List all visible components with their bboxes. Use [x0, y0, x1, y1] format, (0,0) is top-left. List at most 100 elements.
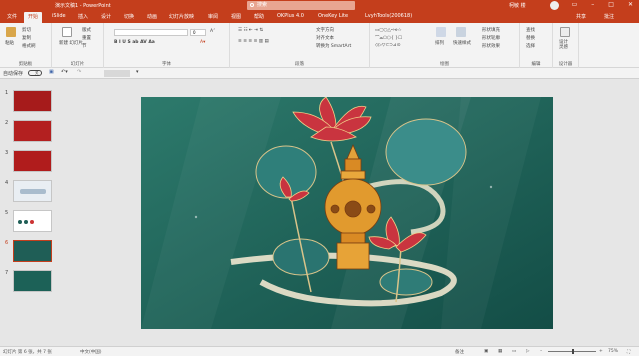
user-name[interactable]: 柯敏 楼 — [509, 2, 526, 9]
ribbon-display-icon[interactable]: ▭ — [572, 1, 578, 8]
shape-effects-button[interactable]: 形状效果 — [482, 43, 500, 49]
slideshow-icon[interactable]: ▷ — [526, 349, 529, 354]
text-direction-button[interactable]: 文字方向 — [316, 27, 334, 33]
ribbon-tabs: 共享 批注 文件 开始 iSlide 插入 设计 切换 动画 幻灯片放映 审阅 视图 帮助 OKPlu… — [0, 11, 639, 23]
tab-1[interactable]: 开始 — [24, 12, 43, 23]
section-button[interactable]: 节 — [82, 43, 87, 49]
bold-icon[interactable]: B I U S ab AV Aa — [114, 40, 155, 45]
slide-thumbnail[interactable] — [13, 210, 52, 232]
zoom-slider-thumb[interactable] — [572, 349, 574, 354]
window-controls: ▭ – □ ✕ — [572, 1, 633, 8]
shapes-gallery[interactable]: ▭▢○△⇨⟡☆ — [375, 27, 402, 33]
select-button[interactable]: 选择 — [526, 43, 535, 49]
normal-view-icon[interactable]: ▣ — [484, 349, 488, 354]
slide-thumbnail[interactable] — [13, 270, 52, 292]
slide-canvas[interactable] — [141, 97, 553, 329]
title-bar: 演示文稿1 - PowerPoint 搜索 柯敏 楼 ▭ – □ ✕ — [0, 0, 639, 11]
font-color-icon[interactable]: A▾ — [200, 40, 205, 45]
reset-button[interactable]: 重置 — [82, 35, 91, 41]
designer-icon[interactable] — [560, 27, 570, 37]
tab-7[interactable]: 幻灯片放映 — [169, 13, 194, 20]
notes-button[interactable]: 备注 — [455, 349, 464, 355]
tab-10[interactable]: 帮助 — [254, 13, 264, 20]
slide-thumbnail[interactable] — [13, 180, 52, 202]
tab-9[interactable]: 视图 — [231, 13, 241, 20]
design-ideas-button[interactable]: 设计 灵感 — [559, 40, 568, 50]
search-icon — [250, 3, 254, 7]
slide-number: 1 — [5, 90, 9, 96]
tab-5[interactable]: 切换 — [124, 13, 134, 20]
slide-number: 7 — [5, 270, 9, 276]
cut-button[interactable]: 剪切 — [22, 27, 31, 33]
slide-sorter-icon[interactable]: ▦ — [498, 349, 502, 354]
replace-button[interactable]: 替换 — [526, 35, 535, 41]
quick-access-toolbar: 自动保存 关 ▣ ↶▾ ↷ ▾ — [0, 68, 639, 79]
slide-thumbnail[interactable] — [13, 150, 52, 172]
tab-2[interactable]: iSlide — [52, 13, 66, 19]
slide-number: 2 — [5, 120, 9, 126]
comments-button[interactable]: 批注 — [604, 13, 614, 20]
font-family-select[interactable] — [114, 29, 188, 36]
quick-styles-icon[interactable] — [456, 27, 466, 37]
close-icon[interactable]: ✕ — [628, 1, 633, 8]
align-left-icon[interactable]: ≡ ≡ ≡ ≡ ▥ ▤ — [238, 39, 269, 44]
share-button[interactable]: 共享 — [576, 13, 586, 20]
reading-view-icon[interactable]: ▭ — [512, 349, 516, 354]
maximize-icon[interactable]: □ — [608, 1, 614, 8]
avatar[interactable] — [550, 1, 559, 10]
new-slide-icon[interactable] — [62, 27, 72, 37]
zoom-level[interactable]: 75% — [608, 349, 618, 354]
shape-outline-button[interactable]: 形状轮廓 — [482, 35, 500, 41]
tab-4[interactable]: 设计 — [101, 13, 111, 20]
autosave-toggle[interactable]: 关 — [28, 70, 42, 76]
designer-label: 设计器 — [558, 62, 573, 67]
arrange-icon[interactable] — [436, 27, 446, 37]
quick-styles-button[interactable]: 快速样式 — [453, 40, 471, 46]
slide-thumbnail[interactable] — [13, 240, 52, 262]
arrange-button[interactable]: 排列 — [435, 40, 444, 46]
customize-qat-icon[interactable]: ▾ — [136, 69, 139, 75]
find-button[interactable]: 查找 — [526, 27, 535, 33]
slide-thumbnail[interactable] — [13, 90, 52, 112]
slide-number: 3 — [5, 150, 9, 156]
align-text-button[interactable]: 对齐文本 — [316, 35, 334, 41]
font-size-select[interactable]: 0 — [190, 29, 206, 36]
tab-3[interactable]: 插入 — [78, 13, 88, 20]
slide-thumbnail[interactable] — [13, 120, 52, 142]
tab-11[interactable]: OKPlus 4.0 — [277, 13, 304, 19]
zoom-in-icon[interactable]: + — [599, 349, 603, 354]
redo-icon[interactable]: ↷ — [77, 69, 81, 75]
increase-font-icon[interactable]: A˄ — [210, 29, 215, 34]
slide-number: 4 — [5, 180, 9, 186]
shapes-gallery-row3[interactable]: ◇▷▽⊂⊃⊿⊙ — [375, 43, 400, 48]
smartart-button[interactable]: 转换为 SmartArt — [316, 43, 351, 49]
layout-button[interactable]: 版式 — [82, 27, 91, 33]
paragraph-group: ☰ ☷ ⇤ ⇥ ⇅ ≡ ≡ ≡ ≡ ▥ ▤ 文字方向 对齐文本 转换为 Smar… — [230, 23, 370, 68]
shape-fill-button[interactable]: 形状填充 — [482, 27, 500, 33]
editing-group: 查找 替换 选择 编辑 — [520, 23, 553, 68]
fit-slide-icon[interactable]: ⛶ — [627, 349, 630, 355]
copy-button[interactable]: 复制 — [22, 35, 31, 41]
shapes-gallery-row2[interactable]: ⌒⌓⬠⬡{ }☐ — [375, 35, 402, 41]
save-icon[interactable]: ▣ — [49, 69, 54, 75]
zoom-out-icon[interactable]: – — [540, 349, 542, 354]
paste-icon[interactable] — [6, 27, 16, 37]
tab-6[interactable]: 动画 — [147, 13, 157, 20]
search-box[interactable]: 搜索 — [247, 1, 355, 10]
format-painter-button[interactable]: 格式刷 — [22, 43, 36, 49]
editing-label: 编辑 — [531, 62, 541, 67]
language-indicator[interactable]: 中文(中国) — [80, 349, 102, 355]
tab-13[interactable]: LvyhTools(200618) — [365, 13, 412, 19]
tab-0[interactable]: 文件 — [7, 13, 17, 20]
new-slide-button[interactable]: 新建 幻灯片 — [59, 40, 83, 46]
undo-icon[interactable]: ↶▾ — [61, 69, 68, 75]
autosave-label: 自动保存 — [3, 71, 24, 77]
placeholder-control[interactable] — [104, 70, 130, 77]
minimize-icon[interactable]: – — [591, 1, 594, 8]
lotus-illustration — [141, 97, 553, 329]
tab-12[interactable]: OneKey Lite — [318, 13, 348, 19]
bullets-icon[interactable]: ☰ ☷ ⇤ ⇥ ⇅ — [238, 28, 263, 33]
slides-label: 幻灯片 — [70, 62, 85, 67]
tab-8[interactable]: 审阅 — [208, 13, 218, 20]
paste-button[interactable]: 粘贴 — [5, 40, 14, 46]
